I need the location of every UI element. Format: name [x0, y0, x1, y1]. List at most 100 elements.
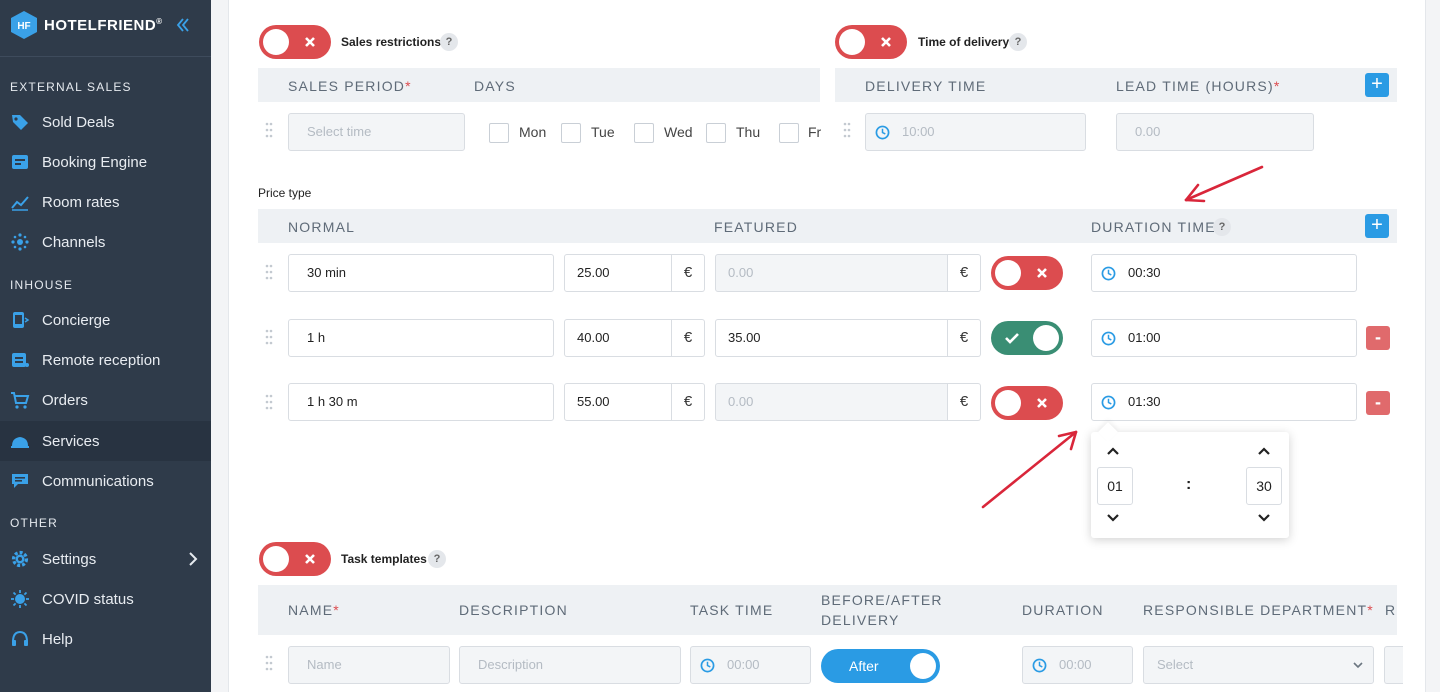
- sidebar-item-channels[interactable]: Channels: [0, 222, 211, 262]
- section-inhouse: INHOUSE: [10, 278, 74, 292]
- duration-time-value: 01:00: [1128, 330, 1161, 345]
- hour-down-chevron-icon[interactable]: [1106, 513, 1120, 523]
- price-name-input[interactable]: 30 min: [288, 254, 554, 292]
- responsible-department-select[interactable]: Select: [1143, 646, 1374, 684]
- before-after-header-line1: BEFORE/AFTER: [821, 592, 943, 608]
- sidebar-item-remote-reception[interactable]: Remote reception: [0, 340, 211, 380]
- sidebar-item-label: Channels: [42, 233, 106, 251]
- sales-table-header: SALES PERIOD* DAYS: [258, 68, 820, 102]
- drag-handle-icon[interactable]: [265, 329, 273, 345]
- time-of-delivery-toggle[interactable]: [835, 25, 907, 59]
- sales-restrictions-toggle[interactable]: [259, 25, 331, 59]
- hour-input[interactable]: 01: [1097, 467, 1133, 505]
- duration-time-input[interactable]: 01:30: [1091, 383, 1357, 421]
- task-duration-input[interactable]: 00:00: [1022, 646, 1133, 684]
- clock-icon: [700, 658, 715, 673]
- minute-up-chevron-icon[interactable]: [1257, 446, 1271, 456]
- duration-time-input[interactable]: 01:00: [1091, 319, 1357, 357]
- drag-handle-icon[interactable]: [843, 122, 851, 138]
- check-icon: [1005, 333, 1019, 344]
- normal-price-input[interactable]: 55.00: [564, 383, 672, 421]
- price-name-input[interactable]: 1 h 30 m: [288, 383, 554, 421]
- duration-time-input[interactable]: 00:30: [1091, 254, 1357, 292]
- sales-period-select[interactable]: Select time: [288, 113, 465, 151]
- normal-price-input[interactable]: 25.00: [564, 254, 672, 292]
- sales-period-header: SALES PERIOD*: [288, 78, 412, 94]
- remove-price-type-button[interactable]: -: [1366, 391, 1390, 415]
- time-of-delivery-help-icon[interactable]: ?: [1009, 33, 1027, 51]
- task-extra-input[interactable]: [1384, 646, 1403, 684]
- day-checkbox-mon[interactable]: [489, 123, 509, 143]
- sidebar-item-settings[interactable]: Settings: [0, 539, 211, 579]
- task-templates-help-icon[interactable]: ?: [428, 550, 446, 568]
- clock-icon: [1032, 658, 1047, 673]
- hour-up-chevron-icon[interactable]: [1106, 446, 1120, 456]
- sidebar-item-communications[interactable]: Communications: [0, 461, 211, 501]
- concierge-icon: [13, 312, 30, 328]
- featured-price-input[interactable]: 0.00: [715, 254, 948, 292]
- task-time-input[interactable]: 00:00: [690, 646, 811, 684]
- duration-time-value: 00:30: [1128, 265, 1161, 280]
- drag-handle-icon[interactable]: [265, 655, 273, 671]
- sales-restrictions-help-icon[interactable]: ?: [440, 33, 458, 51]
- remove-price-type-button[interactable]: -: [1366, 326, 1390, 350]
- task-time-value: 00:00: [727, 657, 760, 672]
- task-description-input[interactable]: Description: [459, 646, 681, 684]
- toggle-knob: [910, 653, 936, 679]
- task-name-input[interactable]: Name: [288, 646, 450, 684]
- drag-handle-icon[interactable]: [265, 264, 273, 280]
- help-icon: [12, 630, 28, 646]
- toggle-knob: [995, 260, 1021, 286]
- euro-icon: €: [672, 383, 705, 421]
- sidebar-item-booking-engine[interactable]: Booking Engine: [0, 142, 211, 182]
- featured-toggle[interactable]: [991, 386, 1063, 420]
- sidebar-item-label: Remote reception: [42, 351, 161, 369]
- sidebar-item-orders[interactable]: Orders: [0, 380, 211, 420]
- sidebar-item-sold-deals[interactable]: Sold Deals: [0, 102, 211, 142]
- clock-icon: [1101, 395, 1116, 410]
- day-checkbox-wed[interactable]: [634, 123, 654, 143]
- close-icon: [1037, 268, 1047, 278]
- delivery-time-input[interactable]: 10:00: [865, 113, 1086, 151]
- brand[interactable]: HF HOTELFRIEND®: [10, 10, 163, 40]
- service-form-panel: Sales restrictions ? Time of delivery ? …: [228, 0, 1426, 692]
- day-checkbox-tue[interactable]: [561, 123, 581, 143]
- sidebar-item-covid-status[interactable]: COVID status: [0, 579, 211, 619]
- normal-price-input[interactable]: 40.00: [564, 319, 672, 357]
- sidebar-item-help[interactable]: Help: [0, 619, 211, 659]
- day-checkbox-thu[interactable]: [706, 123, 726, 143]
- add-delivery-button[interactable]: +: [1365, 73, 1389, 97]
- featured-price-input[interactable]: 0.00: [715, 383, 948, 421]
- drag-handle-icon[interactable]: [265, 122, 273, 138]
- task-extra-header: RE: [1385, 602, 1397, 618]
- drag-handle-icon[interactable]: [265, 394, 273, 410]
- clock-icon: [1101, 266, 1116, 281]
- minute-input[interactable]: 30: [1246, 467, 1282, 505]
- before-after-toggle[interactable]: After: [821, 649, 940, 683]
- day-label-thu: Thu: [736, 124, 761, 140]
- duration-time-help-icon[interactable]: ?: [1213, 218, 1231, 236]
- collapse-sidebar-icon[interactable]: [176, 14, 190, 36]
- popover-caret: [1098, 422, 1118, 442]
- minute-down-chevron-icon[interactable]: [1257, 513, 1271, 523]
- department-select-value: Select: [1157, 657, 1194, 672]
- add-price-type-button[interactable]: +: [1365, 214, 1389, 238]
- before-after-header-line2: DELIVERY: [821, 612, 900, 628]
- days-header: DAYS: [474, 78, 516, 94]
- time-separator: :: [1186, 476, 1192, 493]
- featured-toggle[interactable]: [991, 321, 1063, 355]
- sidebar-item-concierge[interactable]: Concierge: [0, 300, 211, 340]
- svg-text:HF: HF: [17, 21, 30, 32]
- before-after-value: After: [849, 658, 879, 674]
- euro-icon: €: [672, 254, 705, 292]
- sidebar-item-services[interactable]: Services: [0, 421, 211, 461]
- task-templates-toggle[interactable]: [259, 542, 331, 576]
- price-name-input[interactable]: 1 h: [288, 319, 554, 357]
- featured-price-input[interactable]: 35.00: [715, 319, 948, 357]
- day-checkbox-fri[interactable]: [779, 123, 799, 143]
- lead-time-input[interactable]: 0.00: [1116, 113, 1314, 151]
- sidebar-item-label: COVID status: [42, 590, 134, 608]
- chart-icon: [11, 196, 29, 211]
- featured-toggle[interactable]: [991, 256, 1063, 290]
- sidebar-item-room-rates[interactable]: Room rates: [0, 182, 211, 222]
